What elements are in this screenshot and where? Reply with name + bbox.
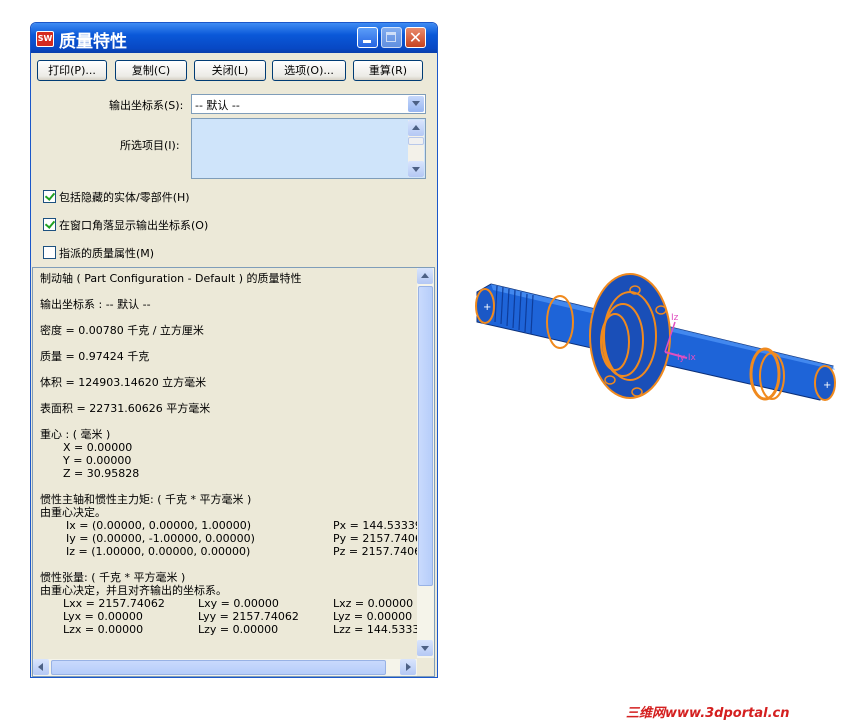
list-scrollbar[interactable] <box>408 120 424 177</box>
show-coord-label: 在窗口角落显示输出坐标系(O) <box>59 219 209 232</box>
shaft-3d-model[interactable]: Iz Iy Ix + + <box>465 270 845 420</box>
results-cog-title: 重心 : ( 毫米 ) <box>40 428 111 441</box>
results-lyz: Lyz = 0.00000 <box>333 610 413 623</box>
mass-properties-dialog: SW 质量特性 ✕ 打印(P)... 复制(C) 关闭(L) 选项(O)... … <box>30 22 438 678</box>
scroll-down-icon[interactable] <box>417 640 433 656</box>
copy-button[interactable]: 复制(C) <box>115 60 187 81</box>
resize-grip-icon[interactable] <box>417 659 434 676</box>
include-hidden-label: 包括隐藏的实体/零部件(H) <box>59 191 190 204</box>
assigned-mass-label: 指派的质量属性(M) <box>59 247 155 260</box>
results-volume: 体积 = 124903.14620 立方毫米 <box>40 376 207 389</box>
results-py: Py = 2157.7406 <box>333 532 422 545</box>
output-coord-value: -- 默认 -- <box>195 99 240 112</box>
results-iy: Iy = (0.00000, -1.00000, 0.00000) <box>66 532 255 545</box>
results-cog-y: Y = 0.00000 <box>63 454 132 467</box>
close-icon: ✕ <box>408 28 423 47</box>
results-lyy: Lyy = 2157.74062 <box>198 610 299 623</box>
results-px: Px = 144.53339 <box>333 519 422 532</box>
include-hidden-checkbox[interactable] <box>43 190 56 203</box>
options-button[interactable]: 选项(O)... <box>272 60 346 81</box>
recalculate-button[interactable]: 重算(R) <box>353 60 423 81</box>
selected-items-list[interactable] <box>191 118 426 179</box>
chevron-down-icon[interactable] <box>408 96 424 112</box>
output-coord-select[interactable]: -- 默认 -- <box>191 94 426 114</box>
horizontal-scroll-thumb[interactable] <box>51 660 386 675</box>
results-cog-x: X = 0.00000 <box>63 441 133 454</box>
results-area: 表面积 = 22731.60626 平方毫米 <box>40 402 211 415</box>
scroll-left-icon[interactable] <box>33 659 49 675</box>
results-tensor-title: 惯性张量: ( 千克 * 平方毫米 ) <box>40 571 186 584</box>
close-button[interactable]: 关闭(L) <box>194 60 266 81</box>
results-principal-sub: 由重心决定。 <box>40 506 106 519</box>
results-pz: Pz = 2157.7406 <box>333 545 422 558</box>
results-iz: Iz = (1.00000, 0.00000, 0.00000) <box>66 545 251 558</box>
title-bar[interactable]: SW 质量特性 ✕ <box>31 23 437 53</box>
results-tensor-sub: 由重心决定，并且对齐输出的坐标系。 <box>40 584 227 597</box>
close-window-button[interactable]: ✕ <box>405 27 426 48</box>
selected-items-label: 所选项目(I): <box>120 139 180 152</box>
scroll-down-icon[interactable] <box>408 161 424 177</box>
results-vertical-scrollbar[interactable] <box>417 268 434 658</box>
vertical-scroll-thumb[interactable] <box>418 286 433 586</box>
results-lxy: Lxy = 0.00000 <box>198 597 279 610</box>
minimize-button[interactable] <box>357 27 378 48</box>
results-lzy: Lzy = 0.00000 <box>198 623 279 636</box>
results-principal-title: 惯性主轴和惯性主力矩: ( 千克 * 平方毫米 ) <box>40 493 252 506</box>
results-lxz: Lxz = 0.00000 <box>333 597 414 610</box>
output-coord-label: 输出坐标系(S): <box>109 99 184 112</box>
results-lxx: Lxx = 2157.74062 <box>63 597 165 610</box>
results-lyx: Lyx = 0.00000 <box>63 610 143 623</box>
window-title: 质量特性 <box>59 32 127 52</box>
results-density: 密度 = 0.00780 千克 / 立方厘米 <box>40 324 204 337</box>
results-lzx: Lzx = 0.00000 <box>63 623 144 636</box>
origin-plus-icon: + <box>483 302 491 313</box>
axis-xy-label: Iy Ix <box>677 353 696 363</box>
print-button[interactable]: 打印(P)... <box>37 60 107 81</box>
results-mass: 质量 = 0.97424 千克 <box>40 350 150 363</box>
assigned-mass-checkbox[interactable] <box>43 246 56 259</box>
results-coord: 输出坐标系 : -- 默认 -- <box>40 298 151 311</box>
scroll-up-icon[interactable] <box>408 120 424 136</box>
results-header: 制动轴 ( Part Configuration - Default ) 的质量… <box>40 272 302 285</box>
axis-z-label: Iz <box>671 313 679 323</box>
results-ix: Ix = (0.00000, 0.00000, 1.00000) <box>66 519 251 532</box>
origin-plus-icon: + <box>823 380 831 391</box>
show-coord-checkbox[interactable] <box>43 218 56 231</box>
results-cog-z: Z = 30.95828 <box>63 467 140 480</box>
watermark: 三维网www.3dportal.cn <box>626 706 790 721</box>
results-lzz: Lzz = 144.53339 <box>333 623 427 636</box>
flange <box>589 273 671 399</box>
maximize-button[interactable] <box>381 27 402 48</box>
solidworks-icon: SW <box>36 31 54 47</box>
scroll-up-icon[interactable] <box>417 268 433 284</box>
scroll-right-icon[interactable] <box>400 659 416 675</box>
results-horizontal-scrollbar[interactable] <box>33 659 418 676</box>
results-text-area[interactable]: 制动轴 ( Part Configuration - Default ) 的质量… <box>32 267 435 677</box>
list-scroll-thumb[interactable] <box>408 137 424 145</box>
